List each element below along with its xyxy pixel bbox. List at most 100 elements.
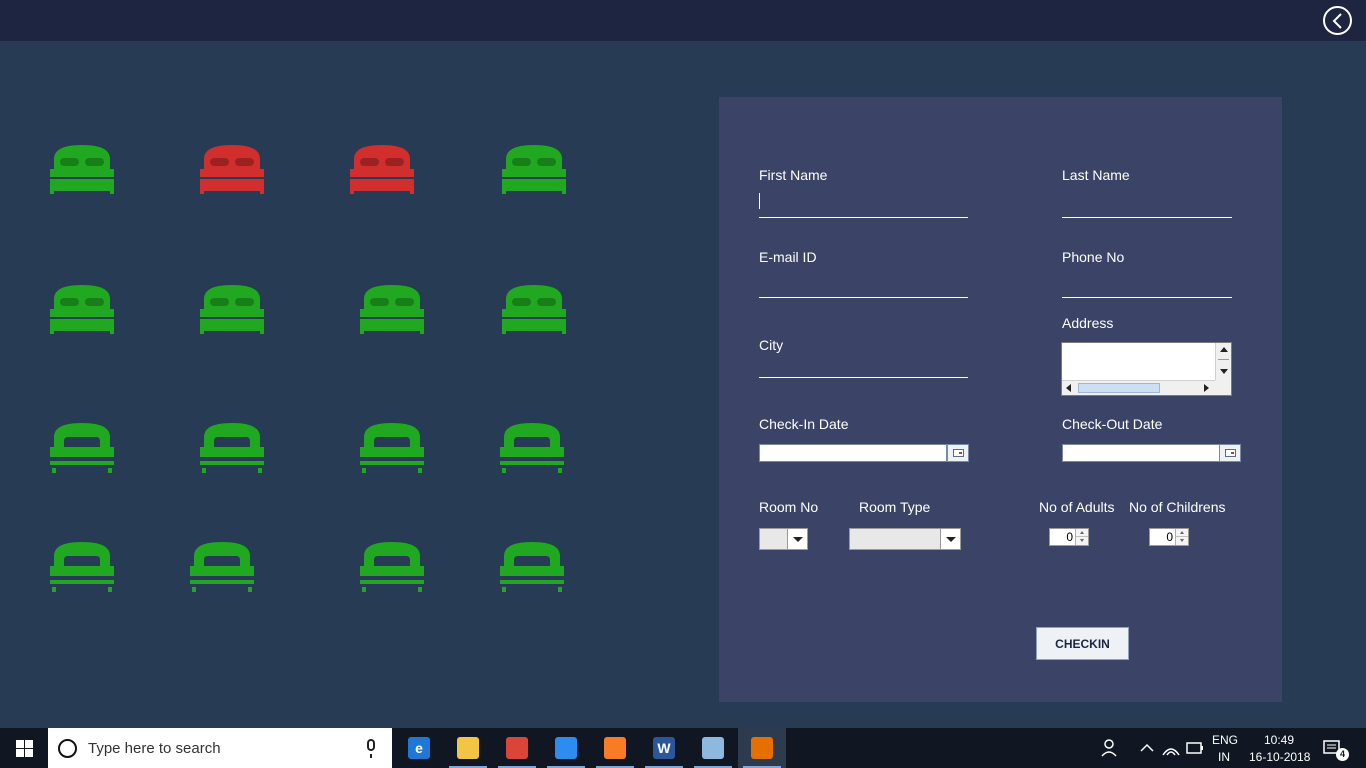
checkin-button[interactable]: CHECKIN	[1036, 627, 1129, 660]
adults-spinner[interactable]: 0	[1049, 528, 1089, 546]
scroll-thumb[interactable]	[1078, 383, 1160, 393]
rooms-grid	[0, 41, 715, 728]
children-value: 0	[1166, 530, 1173, 544]
spin-up-icon[interactable]	[1176, 529, 1188, 537]
cortana-icon	[58, 739, 77, 758]
checkout-date-field[interactable]	[1062, 444, 1220, 462]
checkout-calendar-button[interactable]	[1219, 444, 1241, 462]
address-label: Address	[1062, 315, 1114, 331]
checkin-form-panel: First Name Last Name E-mail ID Phone No …	[719, 97, 1282, 702]
taskbar-search-box[interactable]: Type here to search	[48, 728, 392, 768]
sync-icon	[555, 737, 577, 759]
chevron-down-icon[interactable]	[940, 529, 960, 549]
double-bed-icon[interactable]	[48, 141, 116, 199]
adults-spin-buttons	[1075, 529, 1088, 545]
clock-date[interactable]: 16-10-2018	[1249, 750, 1310, 764]
taskbar-xampp[interactable]	[591, 728, 639, 768]
first-name-field[interactable]	[759, 194, 968, 218]
email-field[interactable]	[759, 274, 968, 298]
room-no-dropdown[interactable]	[759, 528, 808, 550]
chevron-up-icon[interactable]	[1136, 728, 1158, 768]
taskbar-file-explorer[interactable]	[444, 728, 492, 768]
scroll-right-icon[interactable]	[1204, 384, 1209, 392]
taskbar-java[interactable]	[738, 728, 786, 768]
people-icon[interactable]	[1098, 728, 1124, 768]
taskbar-chrome[interactable]	[493, 728, 541, 768]
checkin-calendar-button[interactable]	[947, 444, 969, 462]
single-bed-icon[interactable]	[358, 538, 426, 596]
phone-field[interactable]	[1062, 274, 1232, 298]
children-spinner[interactable]: 0	[1149, 528, 1189, 546]
checkin-date-field[interactable]	[759, 444, 947, 462]
folder-icon	[457, 737, 479, 759]
taskbar-edge[interactable]: e	[395, 728, 443, 768]
spin-up-icon[interactable]	[1076, 529, 1088, 537]
taskbar-word[interactable]: W	[640, 728, 688, 768]
last-name-label: Last Name	[1062, 167, 1130, 183]
wifi-icon[interactable]	[1160, 728, 1182, 768]
double-bed-icon[interactable]	[358, 281, 426, 339]
scroll-left-icon[interactable]	[1066, 384, 1071, 392]
windows-logo-pane	[25, 740, 33, 748]
edge-icon: e	[408, 737, 430, 759]
children-spin-buttons	[1175, 529, 1188, 545]
single-bed-icon[interactable]	[498, 538, 566, 596]
single-bed-icon[interactable]	[48, 419, 116, 477]
windows-start-button[interactable]	[0, 728, 48, 768]
spin-down-icon[interactable]	[1176, 537, 1188, 545]
scroll-separator	[1218, 359, 1229, 360]
city-label: City	[759, 337, 784, 353]
taskbar-virtualbox[interactable]	[689, 728, 737, 768]
single-bed-icon[interactable]	[48, 538, 116, 596]
single-bed-icon[interactable]	[198, 419, 266, 477]
scroll-corner	[1215, 380, 1231, 395]
windows-logo-pane	[25, 749, 33, 757]
back-arrow-circle-icon[interactable]	[1323, 6, 1352, 35]
xampp-icon	[604, 737, 626, 759]
last-name-field[interactable]	[1062, 194, 1232, 218]
first-name-label: First Name	[759, 167, 828, 183]
calendar-icon	[953, 449, 964, 457]
city-field[interactable]	[759, 354, 968, 378]
word-icon: W	[653, 737, 675, 759]
search-placeholder: Type here to search	[88, 740, 221, 757]
single-bed-icon[interactable]	[498, 419, 566, 477]
checkin-date-label: Check-In Date	[759, 416, 849, 432]
double-bed-icon[interactable]	[500, 141, 568, 199]
notification-count-badge: 4	[1336, 748, 1349, 761]
phone-label: Phone No	[1062, 249, 1125, 265]
room-type-dropdown[interactable]	[849, 528, 961, 550]
scroll-down-icon[interactable]	[1220, 369, 1228, 374]
spin-down-icon[interactable]	[1076, 537, 1088, 545]
address-textarea-container	[1061, 342, 1232, 396]
address-horizontal-scrollbar[interactable]	[1062, 380, 1215, 395]
microphone-icon[interactable]	[367, 739, 375, 758]
double-bed-icon[interactable]	[198, 141, 266, 199]
clock-time[interactable]: 10:49	[1264, 733, 1294, 747]
calendar-icon	[1225, 449, 1236, 457]
scroll-up-icon[interactable]	[1220, 347, 1228, 352]
double-bed-icon[interactable]	[500, 281, 568, 339]
single-bed-icon[interactable]	[358, 419, 426, 477]
text-caret	[759, 193, 760, 209]
chrome-icon	[506, 737, 528, 759]
single-bed-icon[interactable]	[188, 538, 256, 596]
address-textarea[interactable]	[1062, 343, 1215, 381]
double-bed-icon[interactable]	[48, 281, 116, 339]
chevron-down-icon[interactable]	[787, 529, 807, 549]
adults-value: 0	[1066, 530, 1073, 544]
java-icon	[751, 737, 773, 759]
windows-logo-icon	[16, 740, 24, 748]
double-bed-icon[interactable]	[348, 141, 416, 199]
top-bar	[0, 0, 1366, 41]
notification-center-icon[interactable]: 4	[1318, 728, 1349, 768]
battery-icon[interactable]	[1184, 728, 1206, 768]
address-vertical-scrollbar[interactable]	[1215, 343, 1231, 381]
cube-icon	[702, 737, 724, 759]
checkout-date-label: Check-Out Date	[1062, 416, 1163, 432]
double-bed-icon[interactable]	[198, 281, 266, 339]
windows-logo-pane	[16, 749, 24, 757]
region-indicator[interactable]: IN	[1218, 750, 1230, 764]
taskbar-teamviewer[interactable]	[542, 728, 590, 768]
language-indicator[interactable]: ENG	[1212, 733, 1238, 747]
